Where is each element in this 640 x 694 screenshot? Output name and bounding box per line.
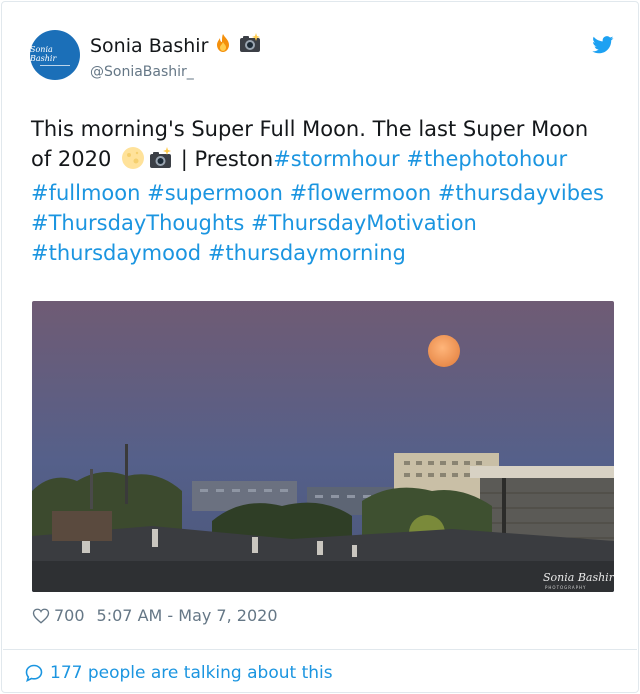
reply-bubble-icon [25,664,43,682]
divider [3,649,637,650]
avatar-signature: Sonia Bashir [30,44,57,63]
tweet-header: Sonia Bashir Sonia Bashir @SoniaBashir_ [30,30,620,82]
hashtag-link[interactable]: #thursdaymood [31,241,201,265]
tweet-meta: 700 5:07 AM - May 7, 2020 [32,604,278,628]
hashtag-link[interactable]: #ThursdayMotivation [251,211,477,235]
photo-watermark: Sonia Bashir [543,571,614,584]
hashtag-link[interactable]: #thephotohour [406,147,567,171]
tweet-text-part2: | Preston [174,147,274,171]
heart-icon[interactable] [32,607,50,625]
like-count[interactable]: 700 [54,604,85,628]
photo-watermark-sub: PHOTOGRAPHY [545,585,586,590]
hashtag-link[interactable]: #ThursdayThoughts [31,211,244,235]
author-display-name-row[interactable]: Sonia Bashir [90,32,262,60]
author-display-name[interactable]: Sonia Bashir [90,34,208,58]
twitter-bird-icon[interactable] [592,36,614,54]
full-moon-icon [118,146,148,178]
camera-flash-icon [238,32,262,60]
conversation-text[interactable]: 177 people are talking about this [50,660,333,686]
camera-flash-icon [148,146,174,178]
author-names: Sonia Bashir @SoniaBashir_ [90,32,262,82]
fire-icon [212,32,234,60]
hashtag-link[interactable]: #flowermoon [290,181,432,205]
tweet-timestamp[interactable]: 5:07 AM - May 7, 2020 [97,604,278,628]
hashtag-link[interactable]: #thursdayvibes [438,181,604,205]
hashtag-link[interactable]: #stormhour [273,147,399,171]
tweet-text: This morning's Super Full Moon. The last… [31,114,611,268]
tweet-card: Sonia Bashir Sonia Bashir @SoniaBashir_ … [1,1,639,693]
hashtag-link[interactable]: #supermoon [147,181,283,205]
hashtag-link[interactable]: #thursdaymorning [208,241,406,265]
avatar[interactable]: Sonia Bashir [30,30,80,80]
conversation-link[interactable]: 177 people are talking about this [24,660,333,686]
hashtag-link[interactable]: #fullmoon [31,181,140,205]
avatar-underline [40,64,70,66]
tweet-photo[interactable]: Sonia Bashir PHOTOGRAPHY [32,301,614,592]
author-handle[interactable]: @SoniaBashir_ [90,62,262,82]
